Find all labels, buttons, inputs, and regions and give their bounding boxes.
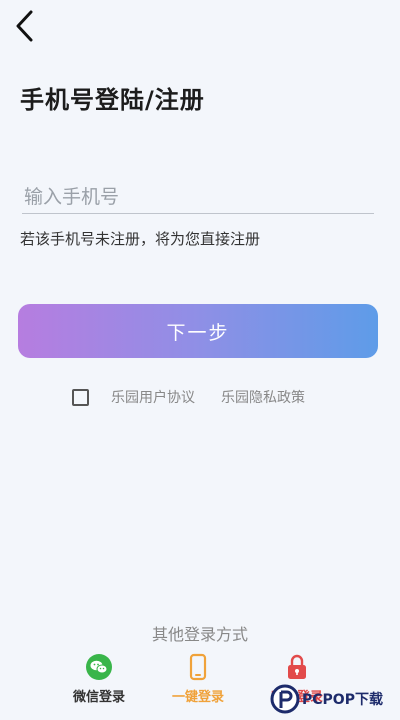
wechat-login-label: 微信登录	[72, 690, 125, 705]
one-key-login-button[interactable]: 一键登录	[158, 652, 238, 705]
other-login-title: 其他登录方式	[151, 625, 248, 644]
wechat-icon	[86, 654, 112, 680]
next-button[interactable]: 下一步	[18, 304, 378, 358]
agreement-checkbox[interactable]	[72, 388, 89, 406]
page-title: 手机号登陆/注册	[20, 86, 205, 114]
wechat-login-button[interactable]: 微信登录	[59, 652, 139, 705]
pcpop-logo-icon	[270, 684, 300, 714]
back-button[interactable]	[10, 6, 40, 46]
one-key-login-label: 一键登录	[171, 690, 224, 705]
privacy-policy-link[interactable]: 乐园隐私政策	[221, 387, 305, 407]
phone-input[interactable]	[22, 180, 374, 214]
pcpop-watermark: PCPOP下载	[270, 684, 383, 714]
chevron-left-icon	[16, 10, 33, 42]
register-hint: 若该手机号未注册，将为您直接注册	[20, 230, 261, 248]
phone-icon	[189, 653, 207, 681]
watermark-text: PCPOP下载	[302, 692, 383, 708]
user-agreement-link[interactable]: 乐园用户协议	[111, 387, 195, 407]
agreement-row: 乐园用户协议 乐园隐私政策	[72, 386, 305, 408]
lock-icon	[288, 654, 306, 679]
